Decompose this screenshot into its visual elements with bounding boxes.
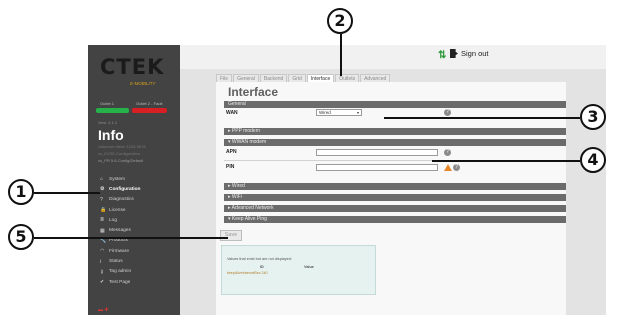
firmware-version: Vers. 4.1.1: [98, 120, 118, 125]
tab-grid[interactable]: Grid: [288, 74, 306, 82]
tab-outlets[interactable]: Outlets: [335, 74, 360, 82]
main-area: ⇅ Sign out File General Backend Grid Int…: [180, 45, 606, 315]
sidebar-item-label: License: [109, 207, 126, 213]
sidebar-item-label: Products: [109, 238, 128, 244]
callout-5: 5: [8, 224, 34, 250]
sidebar-item-diagnostics[interactable]: ? Diagnostics: [100, 195, 180, 205]
pin-label: PIN: [226, 164, 235, 170]
section-ppp-modem[interactable]: ▸ PPP modem: [224, 128, 566, 135]
sidebar-item-license[interactable]: 🔒 License: [100, 205, 180, 215]
wan-help-icon[interactable]: ?: [444, 109, 451, 116]
info-icon: i: [100, 258, 102, 265]
outlet-2-status-bar: [132, 108, 167, 113]
wan-selected-value: Wired: [319, 110, 331, 115]
sidebar-item-label: System: [109, 176, 125, 182]
sign-out-icon: [450, 49, 458, 58]
wan-label: WAN: [226, 110, 238, 116]
hidden-values-notice: Values that exist but are not displayed:…: [221, 245, 376, 295]
question-icon: ?: [100, 196, 103, 203]
check-icon: ✔: [100, 279, 105, 286]
callout-4: 4: [580, 147, 606, 173]
tab-backend[interactable]: Backend: [259, 74, 288, 82]
sidebar-item-label: Diagnostics: [109, 197, 134, 203]
info-line: cs_PR 5.6-Config/Default: [98, 158, 144, 163]
outlet-2-label: Outlet 2 - Fault: [136, 101, 163, 106]
section-wifi[interactable]: ▸ WiFi: [224, 194, 566, 201]
top-bar: ⇅ Sign out: [180, 45, 606, 69]
info-line: Unknown ident: 1234 5678: [98, 144, 146, 149]
section-wired[interactable]: ▸ Wired: [224, 183, 566, 190]
list-icon: ≣: [100, 217, 105, 224]
sidebar-item-system[interactable]: ⌂ System: [100, 174, 180, 184]
sidebar-item-label: Log: [109, 217, 118, 223]
chevron-down-icon: ▾: [356, 110, 359, 115]
sidebar-item-label: Configuration: [109, 186, 141, 192]
chart-icon: ▦: [100, 227, 105, 234]
callout-leader: [384, 117, 580, 119]
callout-1: 1: [8, 179, 34, 205]
notice-text: Values that exist but are not displayed:: [227, 257, 292, 261]
info-line: cs_EVSE-Configuration: [98, 151, 141, 156]
apn-label: APN: [226, 149, 237, 155]
callout-leader: [34, 237, 228, 239]
sidebar: CTEK E-MOBILITY Outlet 1 Outlet 2 - Faul…: [88, 45, 180, 315]
callout-leader: [340, 34, 342, 76]
brand-tagline: E-MOBILITY: [130, 81, 156, 86]
notice-row: keepAliveIntervalSec 240: [227, 271, 268, 275]
sidebar-item-tag-admin[interactable]: ⚷ Tag admin: [100, 267, 180, 277]
warning-icon: [444, 164, 452, 171]
sidebar-item-configuration[interactable]: ⚙ Configuration: [100, 184, 180, 194]
sidebar-item-status[interactable]: i Status: [100, 256, 180, 266]
pin-help-icon[interactable]: ?: [453, 164, 460, 171]
section-wwan-modem[interactable]: ▾ WWAN modem: [224, 139, 566, 146]
wifi-icon: ◠: [100, 248, 105, 255]
callout-leader: [34, 192, 100, 194]
save-button[interactable]: Save: [220, 230, 242, 241]
callout-leader: [432, 160, 580, 162]
config-tabs: File General Backend Grid Interface Outl…: [216, 74, 391, 82]
section-general: General: [224, 101, 566, 108]
tab-interface[interactable]: Interface: [306, 74, 335, 82]
notice-col-value: Value: [304, 265, 314, 269]
gear-icon: ⚙: [100, 186, 105, 193]
section-keep-alive-ping[interactable]: ▾ Keep Alive Ping: [224, 216, 566, 223]
sidebar-item-log[interactable]: ≣ Log: [100, 215, 180, 225]
home-icon: ⌂: [100, 176, 104, 183]
sidebar-item-firmware[interactable]: ◠ Firmware: [100, 246, 180, 256]
sign-out-button[interactable]: Sign out: [450, 49, 489, 58]
info-heading: Info: [98, 127, 124, 143]
notice-col-id: ID: [260, 265, 264, 269]
key-icon: ⚷: [100, 268, 104, 275]
language-flag-icon[interactable]: ▬ ✚: [98, 307, 109, 313]
sidebar-item-label: Tag admin: [109, 269, 132, 275]
outlet-1-label: Outlet 1: [100, 101, 115, 106]
sort-arrows-icon: ⇅: [438, 50, 447, 61]
sidebar-item-label: Status: [109, 259, 123, 265]
lock-icon: 🔒: [100, 207, 107, 214]
sidebar-item-label: Messages: [109, 228, 131, 234]
sign-out-label: Sign out: [461, 49, 489, 58]
wan-select[interactable]: Wired ▾: [316, 109, 362, 116]
section-advanced-network[interactable]: ▸ Advanced Network: [224, 205, 566, 212]
outlet-1-status-bar: [96, 108, 129, 113]
apn-help-icon[interactable]: ?: [444, 149, 451, 156]
pin-input[interactable]: [316, 164, 438, 171]
tab-general[interactable]: General: [233, 74, 259, 82]
tab-advanced[interactable]: Advanced: [360, 74, 391, 82]
apn-input[interactable]: [316, 149, 438, 156]
sidebar-item-messages[interactable]: ▦ Messages: [100, 225, 180, 235]
callout-2: 2: [327, 8, 353, 34]
sidebar-item-label: Test Page: [109, 279, 131, 285]
sidebar-item-label: Firmware: [109, 248, 129, 254]
ctek-logo: CTEK: [100, 55, 165, 79]
tab-file[interactable]: File: [216, 74, 233, 82]
sidebar-nav: ⌂ System ⚙ Configuration ? Diagnostics 🔒 Lic…: [100, 174, 180, 287]
sidebar-item-test-page[interactable]: ✔ Test Page: [100, 277, 180, 287]
callout-3: 3: [580, 104, 606, 130]
page-title: Interface: [228, 85, 279, 99]
screenshot: CTEK E-MOBILITY Outlet 1 Outlet 2 - Faul…: [88, 45, 606, 315]
